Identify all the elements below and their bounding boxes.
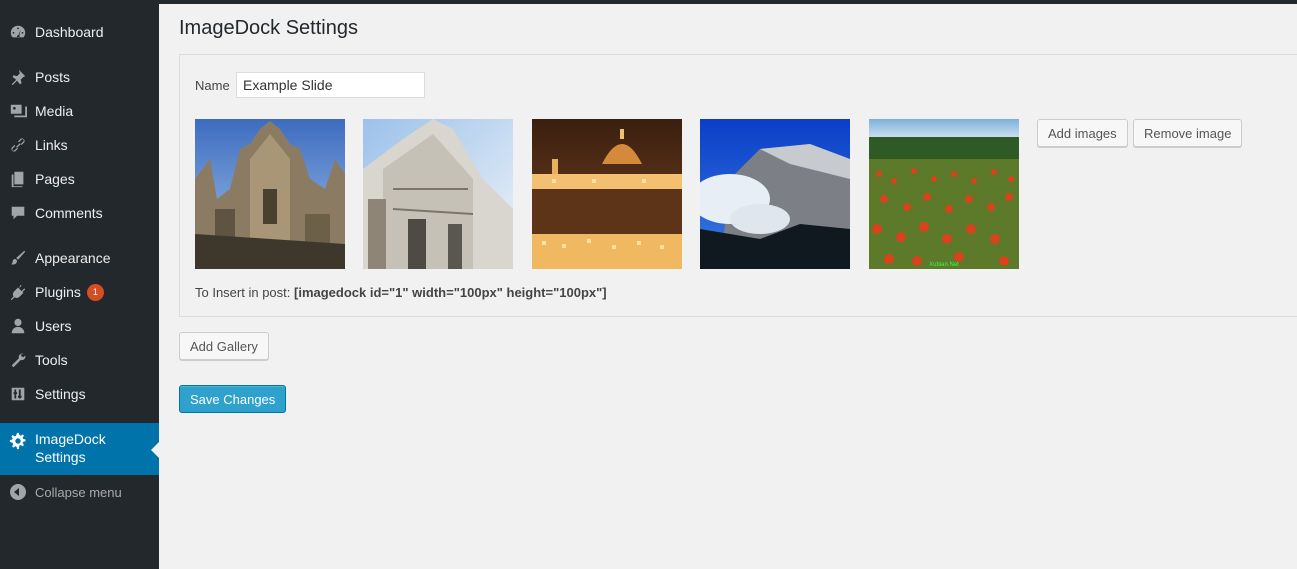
- poppy-field-photo: Xubian.Net: [869, 119, 1019, 269]
- thumbnail-image[interactable]: Xubian.Net: [869, 119, 1019, 269]
- plugin-icon: [0, 283, 35, 301]
- shortcode-prefix: To Insert in post:: [195, 285, 291, 300]
- pages-icon: [0, 170, 35, 188]
- admin-bar: [0, 0, 1297, 4]
- thumbnail-image[interactable]: [363, 119, 513, 269]
- thumbnail-image[interactable]: [532, 119, 682, 269]
- florence-night-photo: [532, 119, 682, 269]
- collapse-menu-button[interactable]: Collapse menu: [0, 480, 159, 504]
- sidebar-item-label: Pages: [35, 171, 75, 187]
- sidebar-item-links[interactable]: Links: [0, 128, 159, 162]
- collapse-icon: [0, 484, 35, 500]
- sidebar-item-label: Dashboard: [35, 24, 104, 40]
- sidebar-item-label: Plugins: [35, 284, 81, 300]
- gallery-name-input[interactable]: [236, 72, 425, 98]
- active-indicator: [151, 442, 159, 458]
- page-title: ImageDock Settings: [179, 17, 358, 39]
- update-count-badge: 1: [86, 283, 104, 301]
- sidebar-item-dashboard[interactable]: Dashboard: [0, 15, 159, 49]
- church-facade-photo: [363, 119, 513, 269]
- settings-icon: [0, 385, 35, 403]
- sidebar-item-label: Appearance: [35, 250, 111, 266]
- add-gallery-button[interactable]: Add Gallery: [179, 332, 269, 360]
- sidebar-item-label: Tools: [35, 352, 68, 368]
- watermark-text: Xubian.Net: [929, 262, 959, 268]
- sidebar-item-tools[interactable]: Tools: [0, 343, 159, 377]
- sidebar-item-label: Media: [35, 103, 74, 119]
- sidebar-item-label: Links: [35, 137, 68, 153]
- sidebar-item-label: Settings: [35, 386, 86, 402]
- link-icon: [0, 136, 35, 154]
- sidebar-item-pages[interactable]: Pages: [0, 162, 159, 196]
- save-changes-button[interactable]: Save Changes: [179, 385, 287, 413]
- admin-sidebar: Dashboard Posts Media Links Pages Commen…: [0, 0, 159, 569]
- comment-icon: [0, 204, 35, 222]
- remove-image-button[interactable]: Remove image: [1133, 119, 1243, 147]
- user-icon: [0, 317, 35, 335]
- sidebar-item-imagedock-settings[interactable]: ImageDock Settings: [0, 423, 159, 475]
- cathedral-photo: [195, 119, 345, 269]
- sidebar-item-users[interactable]: Users: [0, 309, 159, 343]
- sidebar-item-media[interactable]: Media: [0, 94, 159, 128]
- sidebar-item-label: Comments: [35, 205, 103, 221]
- add-images-button[interactable]: Add images: [1037, 119, 1128, 147]
- sidebar-item-comments[interactable]: Comments: [0, 196, 159, 230]
- brush-icon: [0, 249, 35, 267]
- sidebar-item-label: ImageDock Settings: [35, 431, 106, 465]
- sidebar-item-settings[interactable]: Settings: [0, 377, 159, 411]
- wrench-icon: [0, 351, 35, 369]
- pin-icon: [0, 68, 35, 86]
- sidebar-item-posts[interactable]: Posts: [0, 60, 159, 94]
- gear-icon: [0, 430, 35, 450]
- mountain-photo: [700, 119, 850, 269]
- sidebar-item-plugins[interactable]: Plugins 1: [0, 275, 159, 309]
- dashboard-icon: [0, 23, 35, 41]
- collapse-label: Collapse menu: [35, 484, 122, 500]
- name-label: Name: [195, 78, 230, 93]
- thumbnail-image[interactable]: [195, 119, 345, 269]
- shortcode-text: To Insert in post: [imagedock id="1" wid…: [195, 285, 607, 300]
- shortcode-value: [imagedock id="1" width="100px" height="…: [294, 285, 607, 300]
- sidebar-item-appearance[interactable]: Appearance: [0, 241, 159, 275]
- sidebar-item-label: Posts: [35, 69, 71, 85]
- thumbnail-image[interactable]: [700, 119, 850, 269]
- sidebar-item-label: Users: [35, 318, 72, 334]
- media-icon: [0, 102, 35, 120]
